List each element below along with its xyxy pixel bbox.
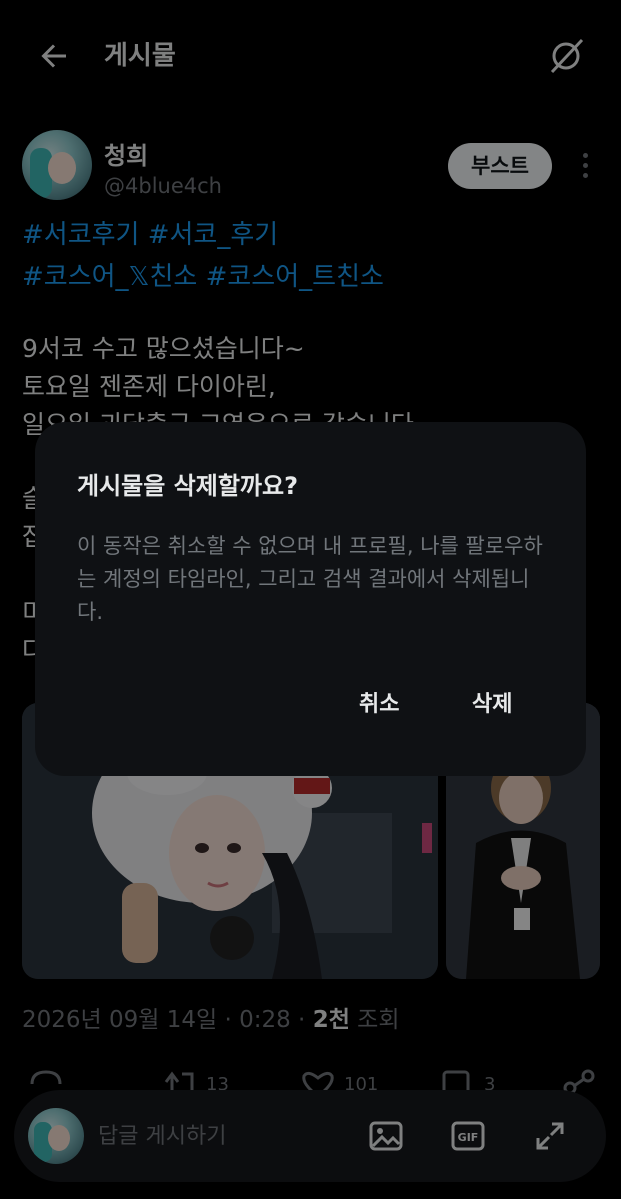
cancel-button[interactable]: 취소 [359, 686, 399, 718]
delete-confirm-dialog: 게시물을 삭제할까요? 이 동작은 취소할 수 없으며 내 프로필, 나를 팔로… [35, 422, 586, 776]
delete-button[interactable]: 삭제 [472, 686, 512, 718]
dialog-title: 게시물을 삭제할까요? [77, 472, 298, 500]
dialog-message: 이 동작은 취소할 수 없으며 내 프로필, 나를 팔로우하는 계정의 타임라인… [77, 534, 543, 624]
